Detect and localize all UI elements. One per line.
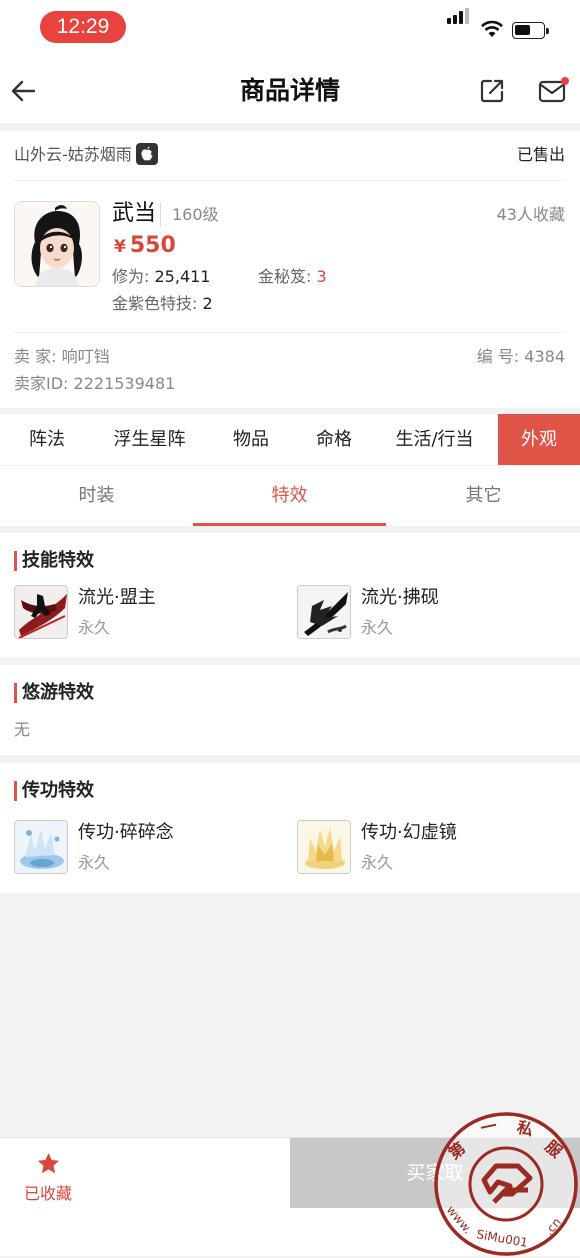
watermark-seal: 第 一 私 服 www. SiMu001 .cn bbox=[434, 1112, 578, 1256]
share-icon[interactable] bbox=[478, 77, 506, 105]
special-skill-value: 2 bbox=[202, 294, 213, 313]
effect-duration: 永久 bbox=[361, 618, 394, 637]
divider bbox=[14, 180, 566, 181]
subtab-other[interactable]: 其它 bbox=[387, 466, 580, 526]
divider bbox=[14, 332, 566, 333]
section-title: 传功特效 bbox=[22, 780, 94, 801]
xiuwei-label: 修为: bbox=[112, 267, 150, 286]
price-value: 550 bbox=[129, 233, 176, 258]
tab-zhenfa[interactable]: 阵法 bbox=[0, 414, 94, 465]
seller-name: 响叮铛 bbox=[61, 347, 110, 366]
jinmiqian-value: 3 bbox=[316, 267, 327, 286]
subtab-fashion[interactable]: 时装 bbox=[0, 466, 193, 526]
status-time: 12:29 bbox=[40, 11, 126, 43]
effect-duration: 永久 bbox=[78, 853, 111, 872]
skill-effects-section: 技能特效 流光·盟主 永久 流光·拂砚 永久 bbox=[0, 533, 580, 657]
listing-card: 山外云-姑苏烟雨 已售出 武当 160级 43人收藏 ¥550 修为: 25,4… bbox=[0, 131, 580, 408]
price-symbol: ¥ bbox=[114, 237, 126, 257]
character-school: 武当 bbox=[112, 201, 157, 226]
seller-label: 卖 家: bbox=[14, 347, 57, 366]
favorite-label: 已收藏 bbox=[23, 1184, 72, 1203]
seller-info: 卖 家: 响叮铛 bbox=[14, 345, 110, 369]
character-avatar bbox=[14, 201, 100, 287]
seller-id-value: 2221539481 bbox=[73, 374, 176, 393]
server-name: 山外云-姑苏烟雨 bbox=[14, 143, 158, 167]
effect-duration: 永久 bbox=[78, 618, 111, 637]
jinmiqian-stat: 金秘笈: 3 bbox=[258, 265, 327, 289]
price: ¥550 bbox=[114, 231, 176, 262]
unread-dot bbox=[561, 77, 569, 85]
server-label: 山外云-姑苏烟雨 bbox=[14, 145, 132, 164]
tab-appearance[interactable]: 外观 bbox=[498, 414, 580, 465]
favorite-count: 43人收藏 bbox=[496, 205, 565, 224]
code-label: 编 号: bbox=[476, 347, 520, 366]
listing-code: 编 号: 4384 bbox=[477, 345, 565, 369]
transfer-effects-section: 传功特效 传功·碎碎念 永久 传功·幻虚镜 永久 bbox=[0, 763, 580, 893]
section-title: 悠游特效 bbox=[22, 682, 94, 703]
seller-id-label: 卖家ID: bbox=[14, 374, 69, 393]
xiuwei-value: 25,411 bbox=[154, 267, 211, 286]
red-swordsman-effect-icon bbox=[14, 585, 68, 639]
wifi-icon bbox=[481, 20, 503, 37]
special-skill-stat: 金紫色特技: 2 bbox=[112, 292, 213, 316]
seller-id: 卖家ID: 2221539481 bbox=[14, 372, 175, 396]
category-tabs: 阵法 浮生星阵 物品 命格 生活/行当 外观 bbox=[0, 414, 580, 465]
sale-status: 已售出 bbox=[516, 145, 565, 164]
effect-name: 流光·盟主 bbox=[78, 587, 156, 608]
star-icon bbox=[37, 1153, 60, 1174]
code-value: 4384 bbox=[524, 347, 565, 366]
subtab-effects[interactable]: 特效 bbox=[193, 466, 386, 526]
section-title: 技能特效 bbox=[22, 550, 94, 571]
effect-duration: 永久 bbox=[361, 853, 394, 872]
active-tab-indicator bbox=[193, 523, 386, 526]
effect-name: 流光·拂砚 bbox=[361, 587, 439, 608]
tab-mingge[interactable]: 命格 bbox=[297, 414, 371, 465]
ink-splash-effect-icon bbox=[297, 585, 351, 639]
effect-name: 传功·碎碎念 bbox=[78, 822, 174, 843]
jinmiqian-label: 金秘笈: bbox=[258, 267, 312, 286]
xiuwei-stat: 修为: 25,411 bbox=[112, 265, 210, 289]
sub-tabs: 时装 特效 其它 bbox=[0, 466, 580, 527]
special-skill-label: 金紫色特技: bbox=[112, 294, 198, 313]
tab-items[interactable]: 物品 bbox=[205, 414, 297, 465]
blue-splash-effect-icon bbox=[14, 820, 68, 874]
effect-name: 传功·幻虚镜 bbox=[361, 822, 457, 843]
wander-effects-section: 悠游特效 无 bbox=[0, 665, 580, 755]
tab-fusheng-xingzhen[interactable]: 浮生星阵 bbox=[94, 414, 205, 465]
empty-text: 无 bbox=[14, 720, 31, 739]
apple-platform-icon bbox=[135, 143, 158, 165]
tab-life-profession[interactable]: 生活/行当 bbox=[371, 414, 498, 465]
battery-icon bbox=[512, 22, 549, 39]
nav-bar: 商品详情 bbox=[0, 55, 580, 123]
character-level: 160级 bbox=[160, 203, 219, 227]
favorite-button[interactable]: 已收藏 bbox=[0, 1138, 96, 1210]
golden-crown-effect-icon bbox=[297, 820, 351, 874]
status-bar: 12:29 bbox=[0, 0, 580, 55]
